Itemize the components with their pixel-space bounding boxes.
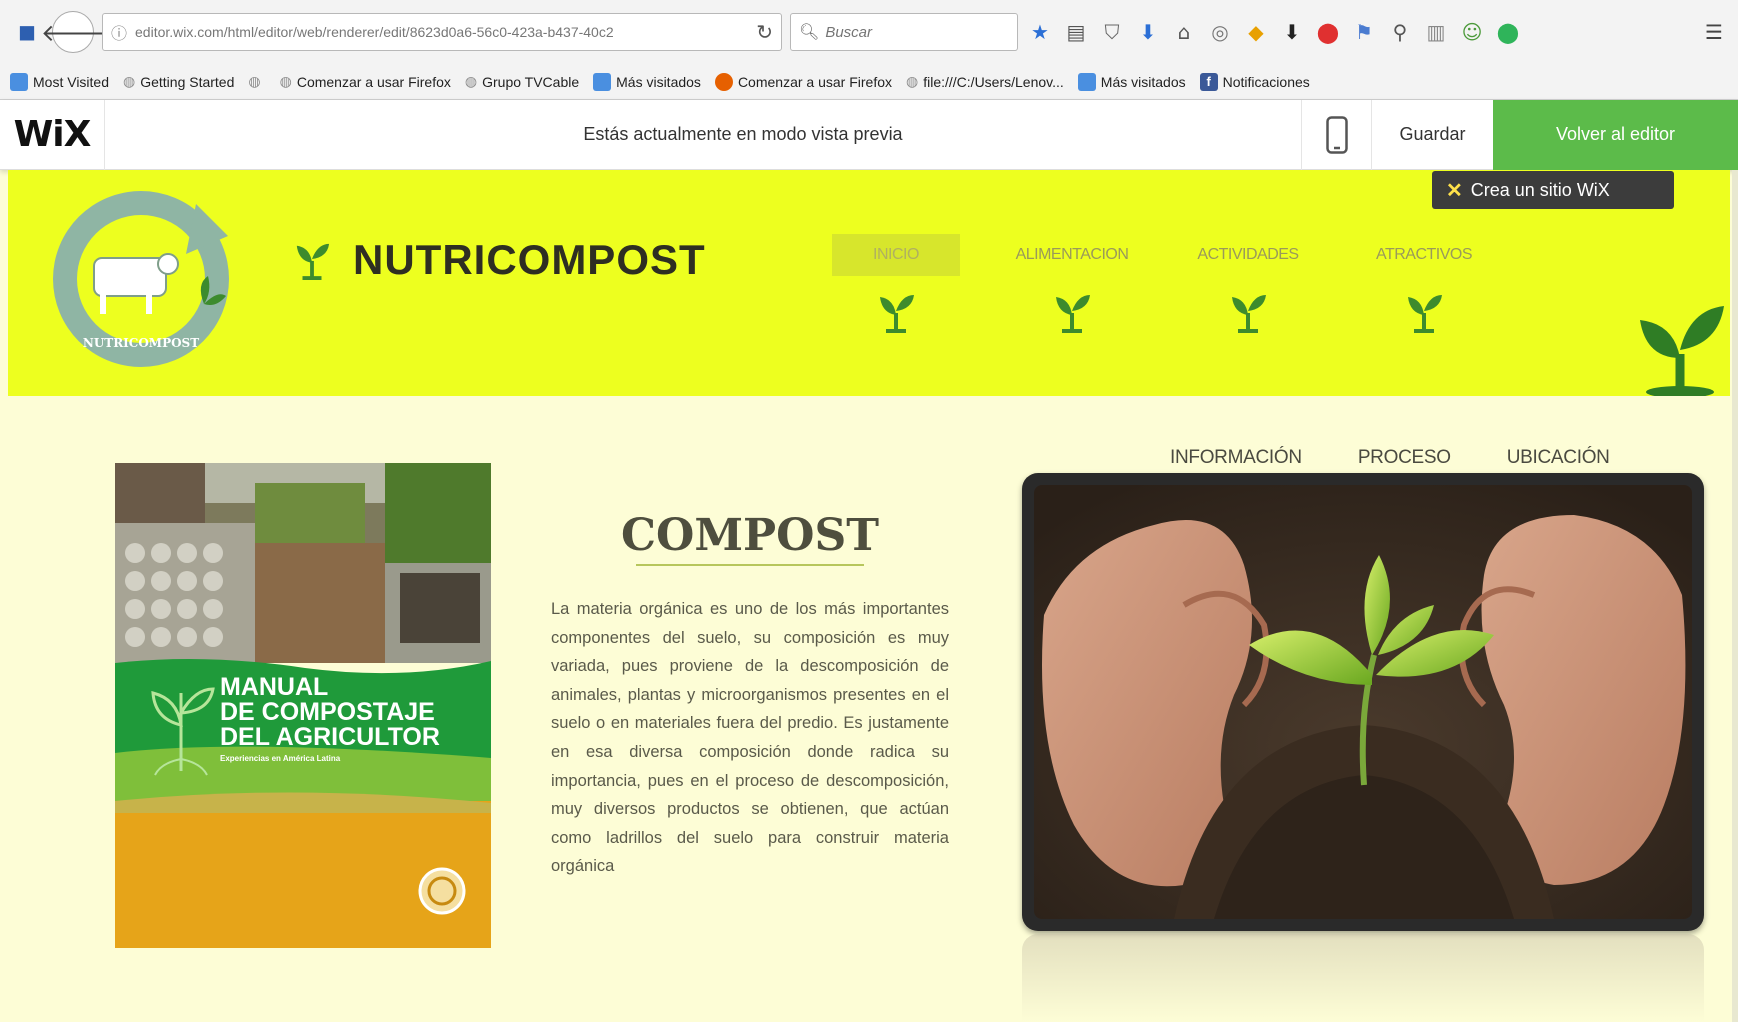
main-nav: INICIO ALIMENTACION ACTIVIDADES ATRACTIV… — [808, 234, 1512, 334]
menu-icon[interactable]: ☰ — [1700, 18, 1728, 46]
mobile-phone-icon — [1325, 115, 1348, 154]
pocket-icon[interactable]: ⛉ — [1098, 18, 1126, 46]
colorful-extension-icon[interactable]: ◆ — [1242, 18, 1270, 46]
photo-frame[interactable] — [1022, 473, 1704, 931]
translate-icon[interactable]: ⚑ — [1350, 18, 1378, 46]
nav-item-atractivos[interactable]: ATRACTIVOS — [1336, 234, 1512, 334]
facebook-icon: f — [1199, 72, 1218, 91]
bookmark-item[interactable]: ◍ file:///C:/Users/Lenov... — [906, 73, 1064, 90]
reader-icon[interactable]: ▥ — [1422, 18, 1450, 46]
brand[interactable]: NUTRICOMPOST — [293, 236, 706, 284]
photo-reflection — [1022, 934, 1704, 1022]
chat-icon[interactable]: ◎ — [1206, 18, 1234, 46]
firefox-icon — [714, 72, 733, 91]
url-bar[interactable]: ⓘ editor.wix.com/html/editor/web/rendere… — [102, 13, 782, 51]
site-logo[interactable]: NUTRICOMPOST — [46, 184, 236, 374]
scrollbar[interactable] — [1732, 170, 1738, 1022]
folder-icon — [10, 72, 28, 91]
nav-item-alimentacion[interactable]: ALIMENTACION — [984, 234, 1160, 334]
sprout-icon — [880, 295, 914, 333]
site-header: ✕ Crea un sitio WiX NUTRICOMPOST NUTRICO… — [8, 170, 1730, 396]
stop-icon[interactable]: ⬤ — [1314, 18, 1342, 46]
mobile-view-button[interactable] — [1301, 99, 1371, 170]
large-sprout-icon — [1640, 306, 1724, 396]
nav-item-actividades[interactable]: ACTIVIDADES — [1160, 234, 1336, 334]
bookmark-item[interactable]: Comenzar a usar Firefox — [714, 72, 892, 91]
create-wix-site-badge[interactable]: ✕ Crea un sitio WiX — [1432, 171, 1674, 209]
globe-icon: ◍ — [906, 73, 919, 89]
book-cover-art: MANUAL DE COMPOSTAJE DEL AGRICULTOR Expe… — [115, 463, 491, 948]
globe-icon: ◍ — [279, 73, 292, 89]
search-icon: 🔍︎ — [799, 24, 820, 41]
sprout-icon — [296, 243, 330, 280]
bookmark-item[interactable]: Most Visited — [10, 72, 109, 91]
nav-item-inicio[interactable]: INICIO — [808, 234, 984, 334]
url-text[interactable]: editor.wix.com/html/editor/web/renderer/… — [135, 24, 748, 40]
bookmark-item[interactable]: ◍ Getting Started — [123, 73, 234, 90]
bookmark-item[interactable]: ◍ Grupo TVCable — [465, 73, 579, 90]
nav-label: ACTIVIDADES — [1197, 246, 1299, 263]
brand-name: NUTRICOMPOST — [353, 236, 706, 283]
logo-text: NUTRICOMPOST — [83, 336, 199, 350]
globe-icon: ◍ — [464, 73, 478, 89]
nav-label: ATRACTIVOS — [1375, 246, 1473, 263]
bookmark-star-icon[interactable]: ★ — [1026, 18, 1054, 46]
bookmark-item[interactable]: Más visitados — [593, 72, 701, 91]
bookmark-item[interactable]: ◍ Comenzar a usar Firefox — [280, 73, 451, 90]
save-button[interactable]: Guardar — [1371, 99, 1493, 170]
subnav-item-proceso[interactable]: PROCESO — [1358, 447, 1451, 469]
book-cover-image[interactable]: MANUAL DE COMPOSTAJE DEL AGRICULTOR Expe… — [115, 463, 491, 948]
compost-title: COMPOST — [621, 510, 879, 561]
wix-logo[interactable]: WiX — [0, 99, 105, 170]
title-underline — [636, 564, 864, 566]
home-icon[interactable]: ⌂ — [1170, 18, 1198, 46]
download-icon[interactable]: ⬇ — [1134, 18, 1162, 46]
subnav-item-ubicacion[interactable]: UBICACIÓN — [1507, 447, 1610, 469]
folder-icon — [1077, 72, 1096, 91]
search-input[interactable] — [825, 23, 1006, 41]
sprout-icon — [1232, 295, 1266, 333]
download-arrow-icon[interactable]: ⬇ — [1278, 18, 1306, 46]
sub-nav: INFORMACIÓN PROCESO UBICACIÓN — [1170, 447, 1610, 469]
search-bar[interactable]: 🔍︎ — [790, 13, 1018, 51]
close-icon[interactable]: ✕ — [1446, 178, 1463, 203]
compost-body: La materia orgánica es uno de los más im… — [551, 600, 949, 876]
bookmark-item[interactable]: ◍ — [248, 73, 265, 90]
preview-message: Estás actualmente en modo vista previa — [583, 124, 903, 144]
folder-icon — [593, 72, 612, 91]
globe-icon: ◍ — [248, 73, 261, 89]
photo-art — [1034, 485, 1692, 919]
subnav-item-informacion[interactable]: INFORMACIÓN — [1170, 447, 1302, 469]
book-title-line1: MANUAL — [220, 673, 328, 701]
fao-seal — [418, 867, 466, 915]
nav-label: ALIMENTACION — [1015, 246, 1129, 263]
globe-icon: ◍ — [123, 73, 136, 89]
profile-icon[interactable]: ☺ — [1458, 18, 1486, 46]
back-button[interactable]: 🡐 — [41, 11, 105, 53]
nav-label: INICIO — [832, 234, 960, 276]
book-title-line3: DEL AGRICULTOR — [220, 723, 440, 751]
sprout-icon — [1056, 295, 1090, 333]
pin-icon[interactable]: ⚲ — [1386, 18, 1414, 46]
info-icon[interactable]: ⓘ — [111, 20, 127, 44]
sprout-icon — [1408, 295, 1442, 333]
reload-icon[interactable]: ↻ — [756, 20, 773, 45]
clipboard-icon[interactable]: ▤ — [1062, 18, 1090, 46]
bookmark-item[interactable]: f Notificaciones — [1199, 72, 1310, 91]
hands-soil-sprout-photo — [1034, 485, 1692, 919]
sidebar-icon[interactable]: ◼ — [10, 15, 44, 49]
green-circle-icon[interactable]: ⬤ — [1494, 18, 1522, 46]
back-to-editor-button[interactable]: Volver al editor — [1493, 99, 1738, 170]
wix-preview-bar: WiX Estás actualmente en modo vista prev… — [0, 99, 1738, 170]
book-subtitle: Experiencias en América Latina — [220, 754, 341, 763]
bookmarks-bar: Most Visited ◍ Getting Started ◍ ◍ Comenza… — [0, 64, 1738, 100]
bookmark-item[interactable]: Más visitados — [1077, 72, 1186, 91]
browser-toolbar: ◼ 🡐 ⓘ editor.wix.com/html/editor/web/ren… — [0, 0, 1738, 64]
book-title-line2: DE COMPOSTAJE — [220, 698, 435, 726]
